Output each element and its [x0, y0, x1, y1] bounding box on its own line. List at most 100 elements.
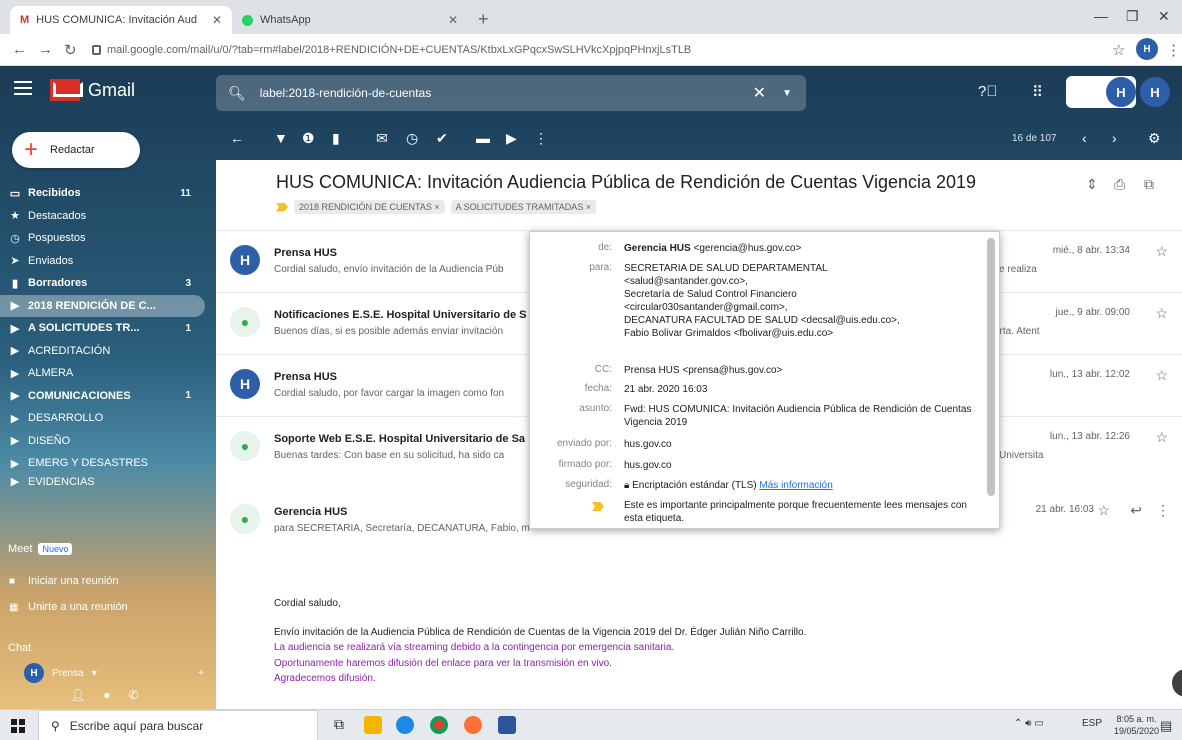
sidebar-item-label: 2018 RENDICIÓN DE C...	[28, 299, 156, 312]
forward-arrow-icon[interactable]: →	[38, 41, 53, 58]
star-icon[interactable]: ☆	[1155, 429, 1168, 446]
archive-icon[interactable]: ▼	[274, 130, 288, 146]
search-options-icon[interactable]: ▼	[782, 88, 792, 99]
print-icon[interactable]: ⎙	[1114, 176, 1125, 193]
taskbar-clock[interactable]: 8:05 a. m. 19/05/2020	[1114, 713, 1159, 737]
chat-user-name: Prensa	[52, 667, 84, 679]
windows-start-icon[interactable]	[11, 719, 25, 733]
search-input[interactable]: label:2018-rendición-de-cuentas	[260, 86, 431, 100]
video-camera-icon: ■	[9, 576, 16, 587]
bookmark-star-icon[interactable]: ☆	[1112, 41, 1125, 59]
restore-icon[interactable]: ❐	[1126, 8, 1139, 25]
star-icon[interactable]: ☆	[1155, 305, 1168, 322]
gmail-logo[interactable]: Gmail	[50, 79, 135, 101]
snooze-icon[interactable]: ◷	[406, 130, 418, 147]
move-to-icon[interactable]: ▬	[476, 130, 490, 146]
sidebar-item-label-evidencias[interactable]: ▶ EVIDENCIAS	[0, 475, 205, 489]
sidebar-item-sent[interactable]: ➤ Enviados	[0, 250, 205, 273]
report-spam-icon[interactable]: ❶	[302, 130, 315, 147]
profile-avatar[interactable]: H	[1136, 38, 1158, 60]
delete-icon[interactable]: ▮	[332, 130, 340, 147]
mailedby-value: hus.gov.co	[624, 439, 672, 450]
more-info-link[interactable]: Más información	[759, 480, 832, 491]
sender-avatar: ●	[230, 307, 260, 337]
clock-icon: ◷	[10, 232, 20, 245]
label-icon: ▶	[10, 367, 20, 380]
close-tab-icon[interactable]: ✕	[448, 13, 458, 27]
back-arrow-icon[interactable]: ←	[12, 41, 27, 58]
add-chat-icon[interactable]: +	[198, 668, 204, 679]
newer-icon[interactable]: ‹	[1082, 130, 1087, 146]
organization-logo[interactable]: H	[1066, 76, 1136, 108]
new-window-icon[interactable]: ⧉	[1144, 176, 1154, 193]
person-icon[interactable]: 👤︎	[70, 688, 85, 702]
label-chip[interactable]: A SOLICITUDES TRAMITADAS ×	[450, 200, 597, 214]
sidebar-item-label-comunicaciones[interactable]: ▶ COMUNICACIONES 1	[0, 385, 205, 408]
recipients-summary[interactable]: para SECRETARIA, Secretaría, DECANATURA,…	[274, 523, 530, 534]
more-icon[interactable]: ⋮	[534, 130, 548, 147]
sidebar-item-snoozed[interactable]: ◷ Pospuestos	[0, 227, 205, 250]
join-meeting-link[interactable]: Unirte a una reunión	[28, 601, 128, 613]
new-tab-icon[interactable]: +	[478, 9, 489, 30]
help-icon[interactable]: ?⃝	[978, 83, 998, 100]
compose-button[interactable]: + Redactar	[12, 132, 140, 168]
sidebar-item-label-almera[interactable]: ▶ ALMERA	[0, 362, 205, 385]
start-meeting-link[interactable]: Iniciar una reunión	[28, 575, 119, 587]
label-chip[interactable]: 2018 RENDICIÓN DE CUENTAS ×	[294, 200, 445, 214]
close-tab-icon[interactable]: ✕	[212, 13, 222, 27]
importance-marker-icon[interactable]	[276, 202, 288, 212]
input-language[interactable]: ESP	[1082, 718, 1102, 729]
back-to-list-icon[interactable]: ←	[230, 130, 244, 146]
chat-user-item[interactable]: H Prensa ▾ +	[24, 663, 204, 683]
apps-grid-icon[interactable]: ⠿	[1032, 83, 1043, 101]
sidebar-item-drafts[interactable]: ▮ Borradores 3	[0, 272, 205, 295]
account-avatar[interactable]: H	[1140, 77, 1170, 107]
taskbar-search[interactable]: ⚲ Escribe aquí para buscar	[38, 710, 318, 740]
popup-scrollbar[interactable]	[987, 238, 995, 496]
phone-icon[interactable]: ✆	[128, 688, 138, 702]
sidebar-item-label-diseno[interactable]: ▶ DISEÑO	[0, 430, 205, 453]
search-icon[interactable]: 🔍︎	[228, 85, 246, 102]
firefox-icon[interactable]	[464, 716, 482, 734]
url-field[interactable]: mail.google.com/mail/u/0/?tab=rm#label/2…	[92, 39, 1092, 61]
older-icon[interactable]: ›	[1112, 130, 1117, 146]
security-value: Encriptación estándar (TLS)	[632, 480, 757, 491]
add-to-tasks-icon[interactable]: ✔	[436, 130, 448, 147]
minimize-icon[interactable]: —	[1094, 8, 1108, 24]
sidebar-item-label-acreditacion[interactable]: ▶ ACREDITACIÓN	[0, 340, 205, 363]
star-icon[interactable]: ☆	[1155, 243, 1168, 260]
tray-icons[interactable]: ⌃ 🔊︎ ▭	[1014, 718, 1044, 729]
mark-unread-icon[interactable]: ✉	[376, 130, 388, 147]
browser-menu-icon[interactable]: ⋮	[1166, 41, 1181, 59]
star-icon[interactable]: ☆	[1097, 502, 1110, 519]
reply-icon[interactable]: ↩	[1130, 502, 1142, 519]
sidebar-item-label-2018[interactable]: ▶ 2018 RENDICIÓN DE C...	[0, 294, 205, 317]
clear-search-icon[interactable]: ✕	[753, 83, 766, 103]
browser-tab-gmail[interactable]: M HUS COMUNICA: Invitación Aud ✕	[10, 6, 232, 34]
reload-icon[interactable]: ↻	[64, 41, 77, 59]
sidebar-item-label-emerg[interactable]: ▶ EMERG Y DESASTRES	[0, 452, 205, 475]
sidebar-item-inbox[interactable]: ▭ Recibidos 11	[0, 182, 205, 205]
message-date: lun., 13 abr. 12:26	[1049, 431, 1130, 442]
star-icon[interactable]: ☆	[1155, 367, 1168, 384]
task-view-icon[interactable]: ⧉	[334, 716, 352, 734]
word-icon[interactable]	[498, 716, 516, 734]
edge-browser-icon[interactable]	[396, 716, 414, 734]
sidebar-item-label-solicitudes[interactable]: ▶ A SOLICITUDES TR... 1	[0, 317, 205, 340]
labels-icon[interactable]: ▶	[506, 130, 517, 147]
chat-bubble-icon[interactable]: ●	[103, 688, 110, 702]
main-menu-icon[interactable]	[14, 81, 32, 99]
settings-gear-icon[interactable]: ⚙	[1148, 130, 1161, 147]
search-bar[interactable]: 🔍︎ label:2018-rendición-de-cuentas ✕ ▼	[216, 75, 806, 111]
close-window-icon[interactable]: ✕	[1158, 8, 1170, 25]
notifications-icon[interactable]: ▤	[1160, 718, 1172, 734]
expand-all-icon[interactable]: ⇕	[1086, 176, 1098, 193]
file-explorer-icon[interactable]	[364, 716, 382, 734]
sidebar-item-starred[interactable]: ★ Destacados	[0, 205, 205, 228]
chrome-icon[interactable]	[430, 716, 448, 734]
sidebar-item-label-desarrollo[interactable]: ▶ DESARROLLO	[0, 407, 205, 430]
sidebar: ▭ Recibidos 11 ★ Destacados ◷ Pospuestos…	[0, 182, 205, 489]
browser-tab-whatsapp[interactable]: WhatsApp ✕	[232, 6, 468, 34]
recipient-line: Secretaría de Salud Control Financiero	[624, 289, 797, 300]
more-options-icon[interactable]: ⋮	[1156, 502, 1170, 519]
